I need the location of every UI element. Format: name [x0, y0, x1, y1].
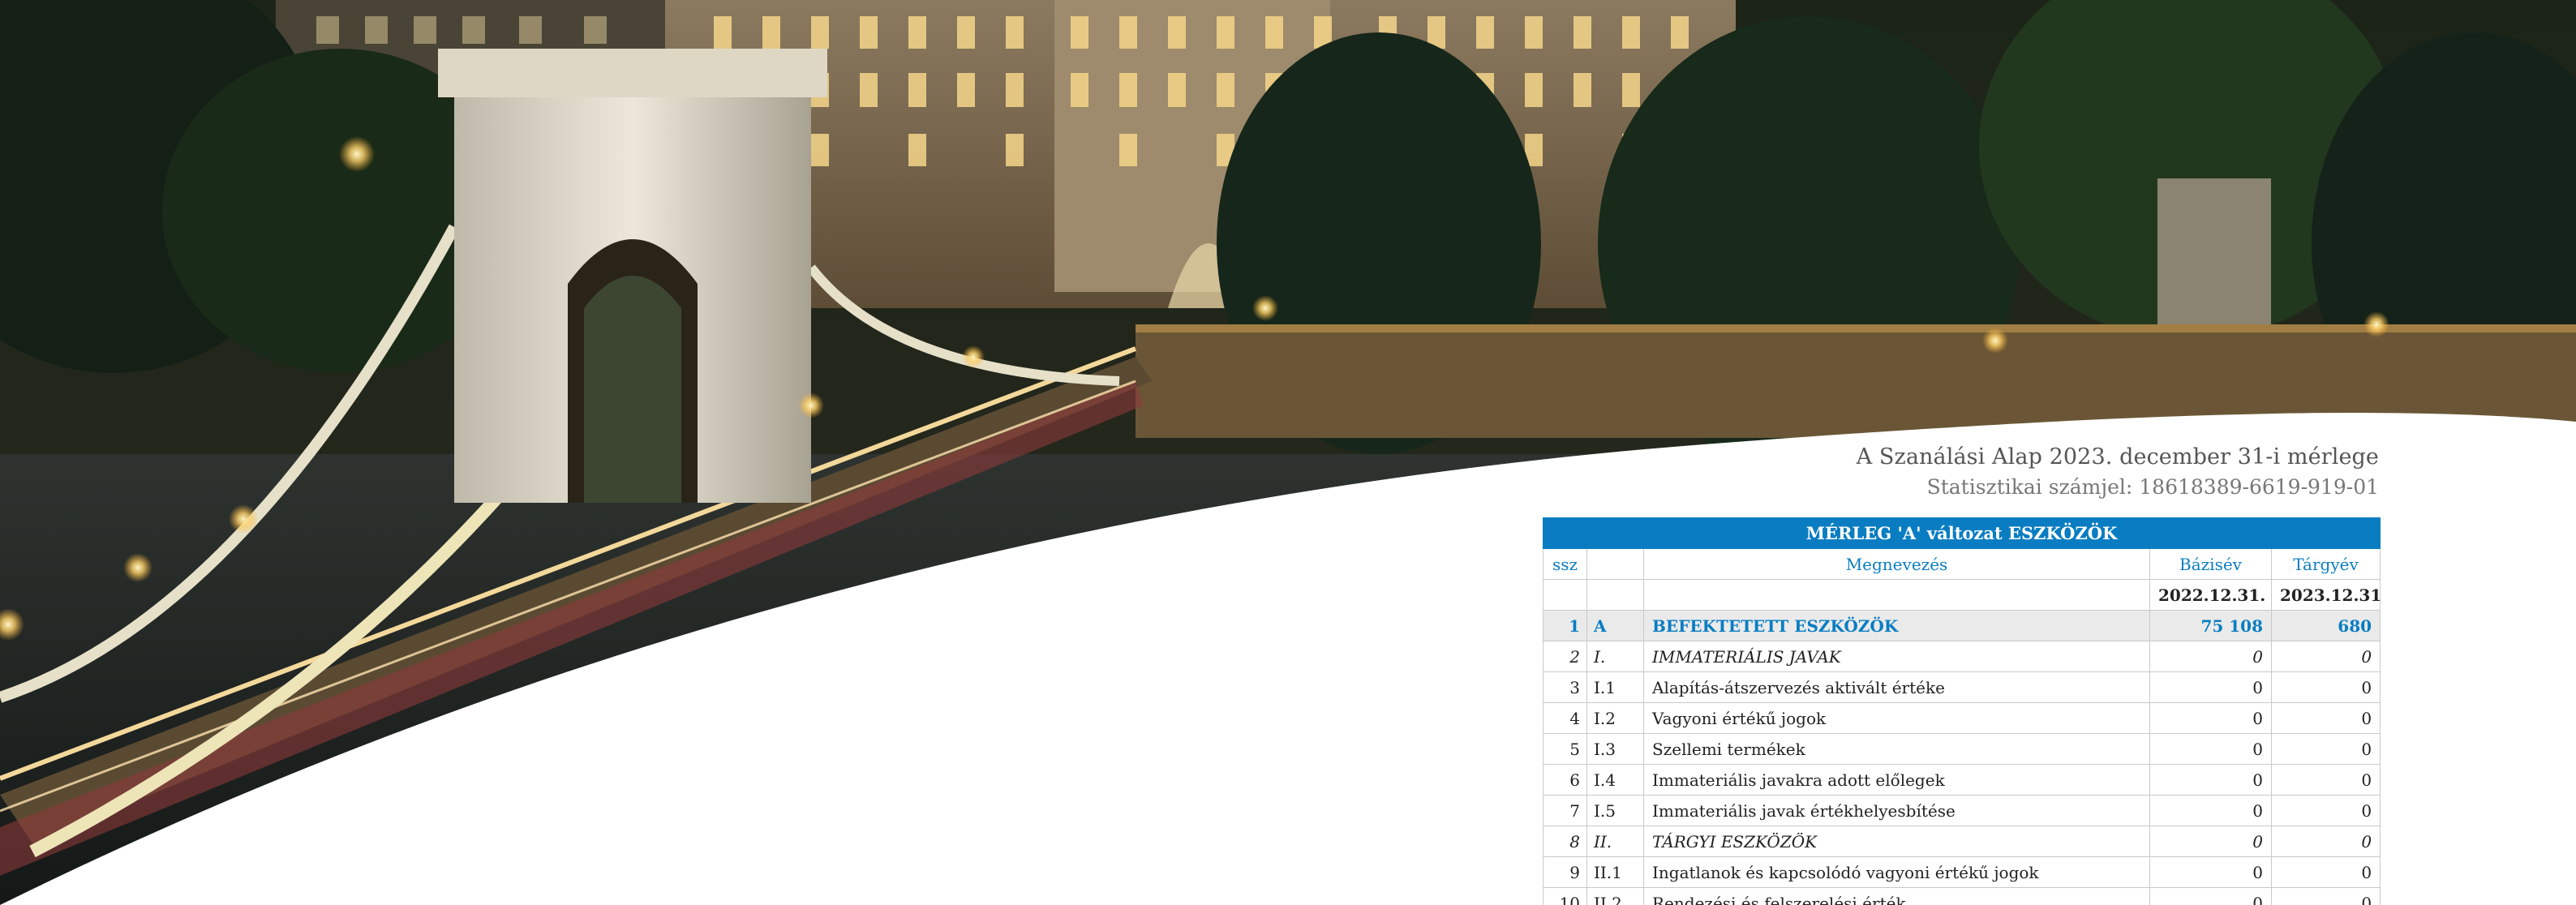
row-code: A [1586, 610, 1644, 641]
table-row: 8 II. TÁRGYI ESZKÖZÖK 0 0 [1543, 826, 2381, 857]
table-row: 1 A BEFEKTETETT ESZKÖZÖK 75 108 680 [1543, 610, 2381, 641]
row-base-value: 75 108 [2149, 610, 2272, 641]
row-code: II.1 [1586, 856, 1644, 888]
row-code: I.1 [1586, 671, 1644, 703]
row-name: Alapítás-átszervezés aktivált értéke [1643, 671, 2150, 703]
header-target-date: 2023.12.31. [2270, 579, 2381, 611]
row-code: I.5 [1586, 795, 1644, 826]
row-ssz: 2 [1543, 641, 1587, 672]
document-subtitle: Statisztikai számjel: 18618389-6619-919-… [1926, 475, 2379, 499]
row-ssz: 7 [1543, 795, 1587, 826]
row-name: Szellemi termékek [1643, 733, 2150, 765]
row-name: Immateriális javak értékhelyesbítése [1643, 795, 2150, 826]
row-base-value: 0 [2149, 641, 2272, 672]
row-name: Vagyoni értékű jogok [1643, 702, 2150, 734]
row-ssz: 6 [1543, 764, 1587, 796]
row-ssz: 10 [1543, 887, 1587, 905]
header-empty [1643, 579, 2150, 611]
row-base-value: 0 [2149, 702, 2272, 734]
row-code: II.2 [1586, 887, 1644, 905]
row-base-value: 0 [2149, 887, 2272, 905]
header-empty [1543, 579, 1587, 611]
table-row: 2 I. IMMATERIÁLIS JAVAK 0 0 [1543, 641, 2381, 672]
row-base-value: 0 [2149, 671, 2272, 703]
row-ssz: 4 [1543, 702, 1587, 734]
row-base-value: 0 [2149, 764, 2272, 796]
row-target-value: 0 [2270, 733, 2381, 765]
row-ssz: 5 [1543, 733, 1587, 765]
table-row: 9 II.1 Ingatlanok és kapcsolódó vagyoni ér… [1543, 856, 2381, 888]
table-row: 7 I.5 Immateriális javak értékhelyesbítése… [1543, 795, 2381, 826]
row-code: I. [1586, 641, 1644, 672]
row-target-value: 0 [2270, 641, 2381, 672]
table-caption: MÉRLEG 'A' változat ESZKÖZÖK [1542, 517, 2381, 549]
row-name: TÁRGYI ESZKÖZÖK [1643, 826, 2150, 857]
row-name: Rendezési és felszerelési érték [1643, 887, 2150, 905]
table-row: 4 I.2 Vagyoni értékű jogok 0 0 [1543, 702, 2381, 734]
row-name: IMMATERIÁLIS JAVAK [1643, 641, 2150, 672]
table-row: 5 I.3 Szellemi termékek 0 0 [1543, 733, 2381, 765]
row-ssz: 8 [1543, 826, 1587, 857]
header-target-year: Tárgyév [2270, 548, 2381, 580]
row-target-value: 0 [2270, 702, 2381, 734]
row-ssz: 1 [1543, 610, 1587, 641]
row-name: Immateriális javakra adott előlegek [1643, 764, 2150, 796]
header-base-date: 2022.12.31. [2149, 579, 2272, 611]
balance-sheet-table: MÉRLEG 'A' változat ESZKÖZÖK ssz Megneve… [1542, 517, 2381, 905]
row-target-value: 0 [2270, 764, 2381, 796]
header-name: Megnevezés [1643, 548, 2150, 580]
row-target-value: 0 [2270, 856, 2381, 888]
row-code: II. [1586, 826, 1644, 857]
row-ssz: 3 [1543, 671, 1587, 703]
row-target-value: 680 [2270, 610, 2381, 641]
row-target-value: 0 [2270, 795, 2381, 826]
header-ssz: ssz [1543, 548, 1587, 580]
row-base-value: 0 [2149, 826, 2272, 857]
row-code: I.3 [1586, 733, 1644, 765]
row-target-value: 0 [2270, 887, 2381, 905]
header-empty [1586, 579, 1644, 611]
row-target-value: 0 [2270, 671, 2381, 703]
header-code [1586, 548, 1644, 580]
row-name: Ingatlanok és kapcsolódó vagyoni értékű … [1643, 856, 2150, 888]
header-base-year: Bázisév [2149, 548, 2272, 580]
table-row: 10 II.2 Rendezési és felszerelési érték 0 0 [1543, 887, 2381, 905]
row-code: I.2 [1586, 702, 1644, 734]
table-row: 6 I.4 Immateriális javakra adott előlegek 0… [1543, 764, 2381, 796]
row-name: BEFEKTETETT ESZKÖZÖK [1643, 610, 2150, 641]
document-title: A Szanálási Alap 2023. december 31-i mér… [1856, 444, 2379, 470]
row-base-value: 0 [2149, 733, 2272, 765]
row-base-value: 0 [2149, 856, 2272, 888]
row-base-value: 0 [2149, 795, 2272, 826]
row-code: I.4 [1586, 764, 1644, 796]
table-row: 3 I.1 Alapítás-átszervezés aktivált értéke… [1543, 671, 2381, 703]
row-target-value: 0 [2270, 826, 2381, 857]
row-ssz: 9 [1543, 856, 1587, 888]
